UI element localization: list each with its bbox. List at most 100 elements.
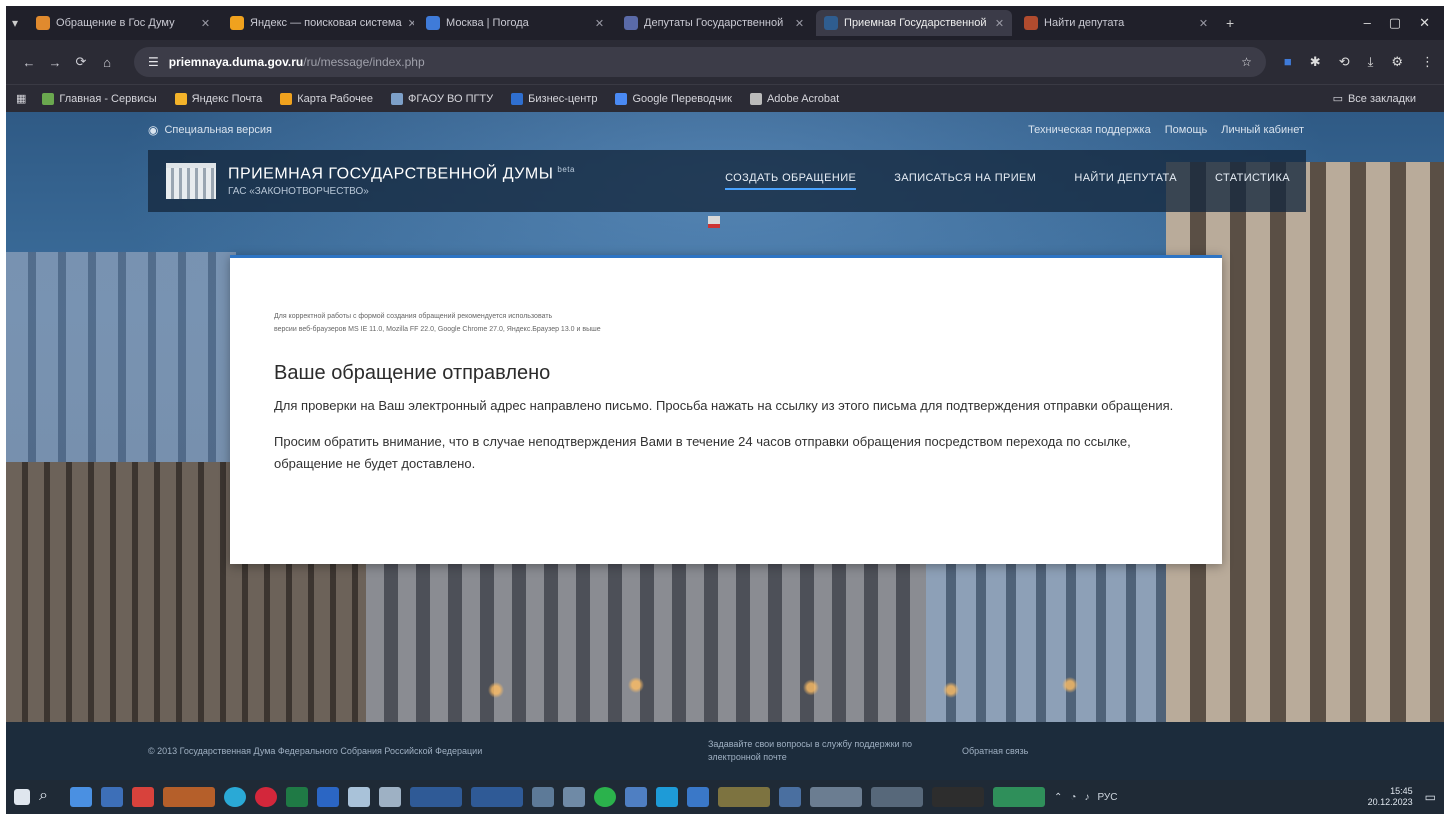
bookmark-item[interactable]: Google Переводчик: [615, 92, 732, 105]
excel-icon[interactable]: [286, 787, 308, 807]
site-info-icon[interactable]: ☰: [148, 55, 159, 69]
url-host: priemnaya.duma.gov.ru: [168, 55, 304, 69]
app-icon[interactable]: [687, 787, 709, 807]
task-view-icon[interactable]: [70, 787, 92, 807]
site-footer: © 2013 Государственная Дума Федерального…: [6, 722, 1444, 780]
all-bookmarks-button[interactable]: ▭ Все закладки: [1333, 92, 1416, 106]
duma-building-logo-icon[interactable]: [166, 163, 216, 199]
close-icon[interactable]: ✕: [1193, 17, 1208, 30]
feedback-link[interactable]: Обратная связь: [962, 746, 1028, 756]
site-top-strip: ◉ Специальная версия Техническая поддерж…: [6, 112, 1444, 148]
browser-tab-1[interactable]: Обращение в Гос Думу ✕: [28, 10, 218, 36]
footer-copyright: © 2013 Государственная Дума Федерального…: [148, 746, 483, 756]
browser-tab-2[interactable]: Яндекс — поисковая система ✕: [222, 10, 414, 36]
browser-task-icon[interactable]: [163, 787, 215, 807]
network-icon[interactable]: ◔: [1070, 792, 1076, 803]
app-task-icon[interactable]: [718, 787, 770, 807]
close-icon[interactable]: ✕: [989, 17, 1004, 30]
tab-actions-icon[interactable]: ▾: [12, 16, 18, 30]
bookmark-favicon-icon: [615, 92, 628, 105]
home-icon[interactable]: ⌂: [94, 55, 120, 70]
browser-tab-active[interactable]: Приемная Государственной ✕: [816, 10, 1013, 36]
bookmark-favicon-icon: [280, 92, 293, 105]
taskbar-clock[interactable]: 15:45 20.12.2023: [1368, 786, 1413, 808]
app-icon[interactable]: [779, 787, 801, 807]
nav-create-appeal[interactable]: СОЗДАТЬ ОБРАЩЕНИЕ: [725, 172, 857, 190]
word-task-icon[interactable]: [410, 787, 462, 807]
app-task-icon[interactable]: [810, 787, 862, 807]
back-icon[interactable]: ←: [16, 55, 42, 70]
extensions-puzzle-icon[interactable]: ✱: [1310, 54, 1321, 70]
flag-icon: [708, 216, 720, 228]
explorer-icon[interactable]: [101, 787, 123, 807]
bookmarks-bar: ▦ Главная - Сервисы Яндекс Почта Карта Р…: [6, 84, 1444, 112]
close-icon[interactable]: ✕: [195, 17, 210, 30]
minimize-icon[interactable]: –: [1364, 15, 1371, 31]
close-icon[interactable]: ✕: [402, 17, 414, 30]
tab-favicon-icon: [426, 16, 441, 30]
bookmark-item[interactable]: Бизнес-центр: [511, 92, 597, 105]
bookmark-favicon-icon: [390, 92, 403, 105]
notifications-icon[interactable]: ▭: [1425, 790, 1436, 804]
menu-icon[interactable]: ⋮: [1421, 54, 1434, 70]
bookmark-item[interactable]: Яндекс Почта: [174, 92, 262, 105]
bookmark-star-icon[interactable]: ☆: [1241, 55, 1252, 69]
close-icon[interactable]: ✕: [589, 17, 604, 30]
url-input[interactable]: ☰ priemnaya.duma.gov.ru /ru/message/inde…: [134, 47, 1266, 77]
chrome-icon[interactable]: [224, 787, 246, 807]
confirmation-text: Для проверки на Ваш электронный адрес на…: [274, 398, 1174, 413]
tab-favicon-icon: [230, 16, 245, 30]
app-task-icon[interactable]: [871, 787, 923, 807]
app-icon[interactable]: [132, 787, 154, 807]
support-link[interactable]: Техническая поддержка: [1028, 124, 1151, 136]
close-icon[interactable]: ✕: [789, 17, 804, 30]
search-icon[interactable]: ⌕: [39, 787, 61, 807]
brand-subtitle: ГАС «ЗАКОНОТВОРЧЕСТВО»: [228, 186, 369, 198]
apps-grid-icon[interactable]: ▦: [16, 92, 26, 105]
download-icon[interactable]: ⤓: [1368, 54, 1374, 70]
special-version-link[interactable]: ◉ Специальная версия: [148, 123, 272, 137]
tab-favicon-icon: [1024, 16, 1039, 30]
browser-tab-3[interactable]: Москва | Погода ✕: [418, 10, 612, 36]
whatsapp-icon[interactable]: [594, 787, 616, 807]
browser-tab-4[interactable]: Депутаты Государственной ✕: [616, 10, 812, 36]
bookmark-item[interactable]: Главная - Сервисы: [42, 92, 157, 105]
site-brand[interactable]: ПРИЕМНАЯ ГОСУДАРСТВЕННОЙ ДУМЫ beta ГАС «З…: [228, 165, 575, 197]
forward-icon[interactable]: →: [42, 55, 68, 70]
bookmark-favicon-icon: [174, 92, 187, 105]
app-task-icon[interactable]: [932, 787, 984, 807]
chevron-up-icon[interactable]: ⌃: [1054, 792, 1062, 803]
new-tab-icon[interactable]: +: [1226, 15, 1234, 31]
language-indicator[interactable]: РУС: [1097, 792, 1117, 803]
sync-icon[interactable]: ⟲: [1339, 54, 1350, 70]
reload-icon[interactable]: ⟳: [68, 54, 94, 70]
maximize-icon[interactable]: ▢: [1389, 15, 1401, 31]
footer-support-text: Задавайте свои вопросы в службу поддержк…: [708, 739, 912, 762]
bookmark-item[interactable]: Adobe Acrobat: [749, 92, 839, 105]
nav-book-appointment[interactable]: ЗАПИСАТЬСЯ НА ПРИЕМ: [894, 172, 1036, 190]
settings-icon[interactable]: ⚙: [1391, 54, 1403, 70]
word-icon[interactable]: [317, 787, 339, 807]
close-window-icon[interactable]: ✕: [1419, 15, 1430, 31]
word-task-icon[interactable]: [471, 787, 523, 807]
bookmark-item[interactable]: ФГАОУ ВО ПГТУ: [390, 92, 493, 105]
eye-icon: ◉: [148, 123, 159, 137]
start-icon[interactable]: [14, 789, 30, 805]
app-icon[interactable]: [656, 787, 678, 807]
opera-icon[interactable]: [255, 787, 277, 807]
bookmark-item[interactable]: Карта Рабочее: [280, 92, 373, 105]
nav-statistics[interactable]: СТАТИСТИКА: [1215, 172, 1290, 190]
app-icon[interactable]: [379, 787, 401, 807]
account-link[interactable]: Личный кабинет: [1221, 124, 1304, 136]
nav-find-deputy[interactable]: НАЙТИ ДЕПУТАТА: [1074, 172, 1177, 190]
app-icon[interactable]: [625, 787, 647, 807]
help-link[interactable]: Помощь: [1165, 124, 1208, 136]
app-icon[interactable]: [532, 787, 554, 807]
volume-icon[interactable]: ♪: [1084, 792, 1089, 803]
browser-tab-6[interactable]: Найти депутата ✕: [1016, 10, 1216, 36]
app-icon[interactable]: [348, 787, 370, 807]
beta-badge: beta: [557, 164, 575, 174]
extension-icon[interactable]: ■: [1284, 54, 1292, 70]
app-task-icon[interactable]: [993, 787, 1045, 807]
app-icon[interactable]: [563, 787, 585, 807]
